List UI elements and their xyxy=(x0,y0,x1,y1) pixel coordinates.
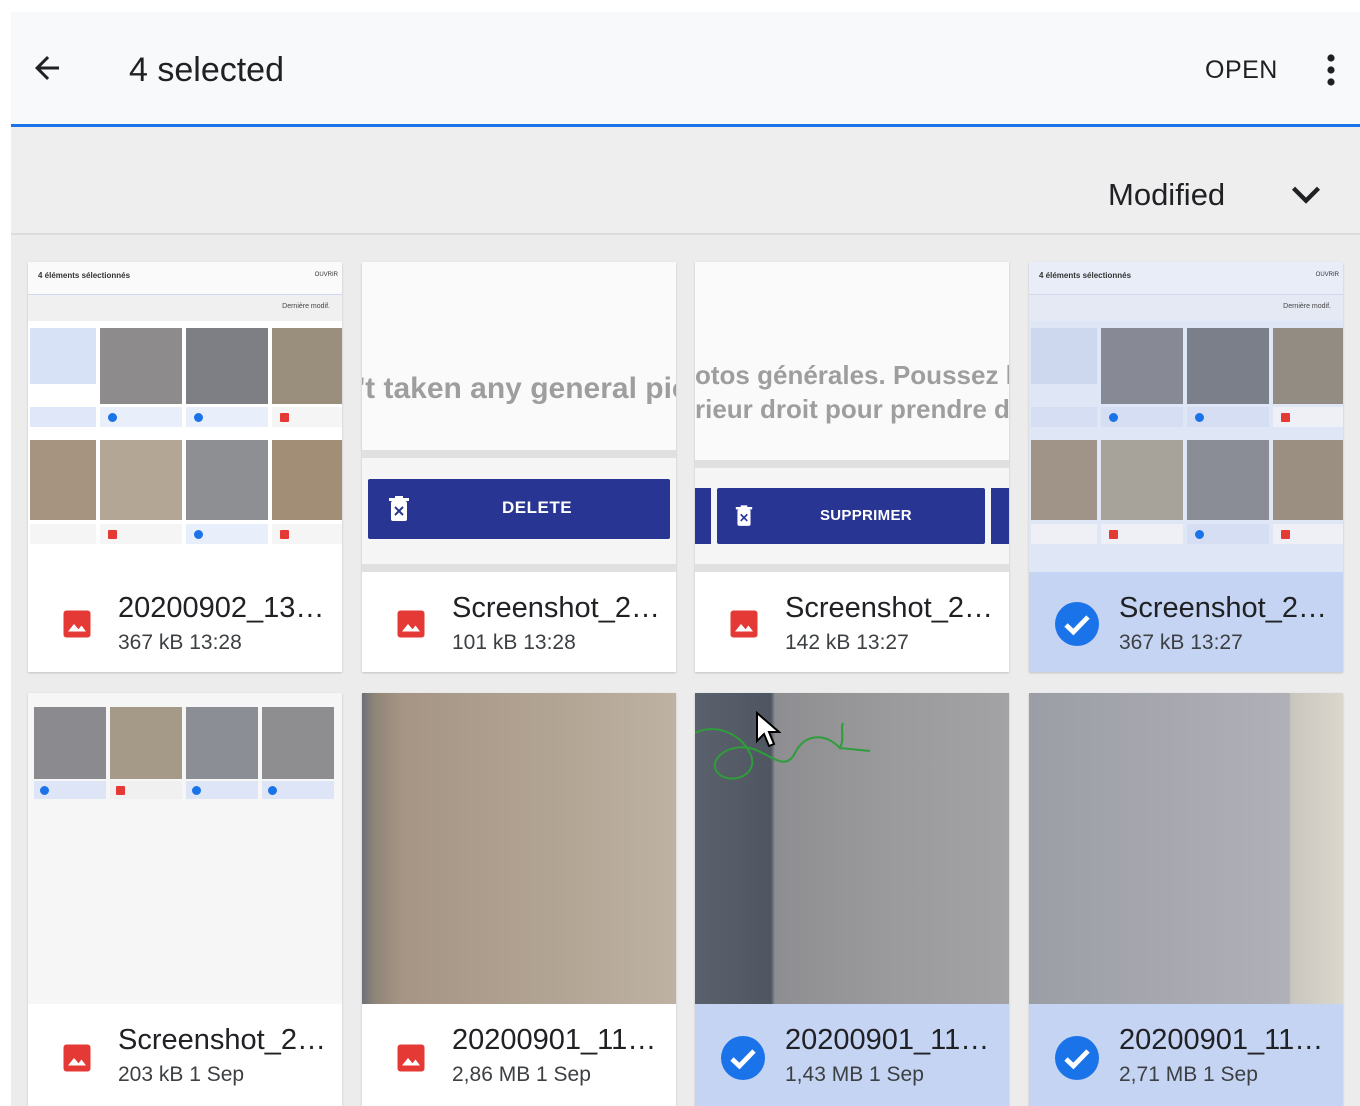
file-card[interactable]: otos générales. Poussez l rieur droit po… xyxy=(695,262,1009,672)
check-circle-icon[interactable] xyxy=(719,1034,767,1082)
file-card-selected[interactable]: 20200901_11… 1,43 MB 1 Sep xyxy=(695,693,1009,1106)
file-name: Screenshot_2… xyxy=(118,1024,326,1056)
file-name: 20200901_11… xyxy=(452,1024,657,1056)
file-card[interactable]: 4 éléments sélectionnés OUVRIR Dernière … xyxy=(28,262,342,672)
file-card-selected[interactable]: 20200901_11… 2,71 MB 1 Sep xyxy=(1029,693,1343,1106)
file-meta: 20200901_11… 2,86 MB 1 Sep xyxy=(362,1006,676,1106)
file-thumbnail xyxy=(28,693,342,1004)
file-info: 2,86 MB 1 Sep xyxy=(452,1063,591,1086)
file-info: 367 kB 13:28 xyxy=(118,631,242,654)
file-meta: 20200901_11… 1,43 MB 1 Sep xyxy=(695,1006,1009,1106)
file-name: 20200901_11… xyxy=(785,1024,990,1056)
file-thumbnail: 't taken any general pic DELETE xyxy=(362,262,676,572)
arrow-left-icon xyxy=(35,56,59,80)
file-info: 1,43 MB 1 Sep xyxy=(785,1063,924,1086)
file-info: 367 kB 13:27 xyxy=(1119,631,1243,654)
file-thumbnail xyxy=(695,693,1009,1004)
file-name: Screenshot_2… xyxy=(785,592,993,624)
file-info: 2,71 MB 1 Sep xyxy=(1119,1063,1258,1086)
trash-icon xyxy=(735,505,753,526)
file-info: 203 kB 1 Sep xyxy=(118,1063,245,1086)
file-info: 142 kB 13:27 xyxy=(785,631,909,654)
check-circle-icon[interactable] xyxy=(1053,600,1101,648)
image-file-icon xyxy=(730,610,758,638)
app-frame: 4 selected OPEN Modified 4 éléments séle… xyxy=(11,12,1360,1106)
scribble-drawing xyxy=(695,722,871,780)
file-card[interactable]: Screenshot_2… 203 kB 1 Sep xyxy=(28,693,342,1106)
mouse-cursor-icon xyxy=(756,711,781,748)
chevron-down-icon xyxy=(1291,186,1321,204)
check-circle-icon[interactable] xyxy=(1053,1034,1101,1082)
file-name: Screenshot_2… xyxy=(1119,592,1327,624)
file-meta: Screenshot_2… 367 kB 13:27 xyxy=(1029,574,1343,672)
file-card[interactable]: 20200901_11… 2,86 MB 1 Sep xyxy=(362,693,676,1106)
file-thumbnail: 4 éléments sélectionnés OUVRIR Dernière … xyxy=(28,262,342,572)
file-meta: 20200901_11… 2,71 MB 1 Sep xyxy=(1029,1006,1343,1106)
selection-count-title: 4 selected xyxy=(129,51,284,89)
file-thumbnail xyxy=(1029,693,1343,1004)
more-options-button[interactable] xyxy=(1309,46,1353,94)
image-file-icon xyxy=(63,1044,91,1072)
file-thumbnail: otos générales. Poussez l rieur droit po… xyxy=(695,262,1009,572)
file-thumbnail xyxy=(362,693,676,1004)
file-meta: Screenshot_2… 142 kB 13:27 xyxy=(695,574,1009,672)
image-file-icon xyxy=(63,610,91,638)
file-card[interactable]: 't taken any general pic DELETE Screensh… xyxy=(362,262,676,672)
file-meta: 20200902_13… 367 kB 13:28 xyxy=(28,574,342,672)
file-thumbnail: 4 éléments sélectionnés OUVRIR Dernière … xyxy=(1029,262,1343,572)
selection-toolbar: 4 selected OPEN xyxy=(11,12,1360,127)
file-meta: Screenshot_2… 203 kB 1 Sep xyxy=(28,1006,342,1106)
back-button[interactable] xyxy=(25,46,69,90)
sort-dropdown-label[interactable]: Modified xyxy=(1108,175,1225,215)
open-button[interactable]: OPEN xyxy=(1197,50,1286,90)
file-meta: Screenshot_2… 101 kB 13:28 xyxy=(362,574,676,672)
file-info: 101 kB 13:28 xyxy=(452,631,576,654)
trash-icon xyxy=(389,496,409,521)
file-card-selected[interactable]: 4 éléments sélectionnés OUVRIR Dernière … xyxy=(1029,262,1343,672)
image-file-icon xyxy=(397,1044,425,1072)
sort-dropdown-button[interactable] xyxy=(1283,171,1329,217)
file-name: 20200901_11… xyxy=(1119,1024,1324,1056)
file-name: 20200902_13… xyxy=(118,592,325,624)
image-file-icon xyxy=(397,610,425,638)
more-vert-icon xyxy=(1327,54,1335,86)
sort-bar: Modified xyxy=(11,127,1360,235)
file-name: Screenshot_2… xyxy=(452,592,660,624)
